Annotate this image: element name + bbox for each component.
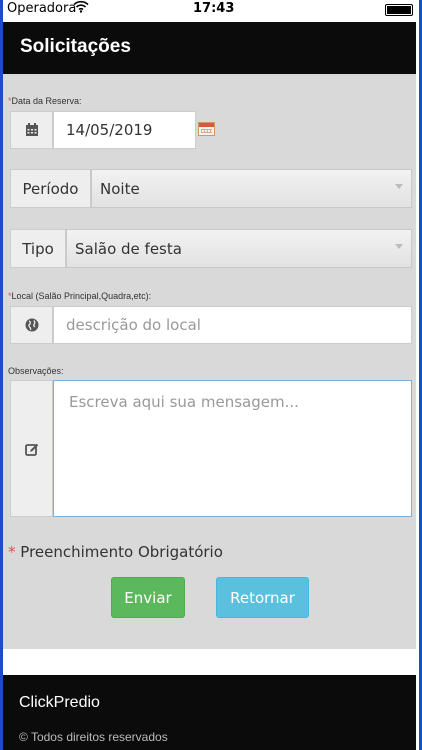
carrier-name: Operadora — [7, 1, 77, 16]
date-label: *Data da Reserva: — [8, 96, 82, 106]
periodo-label: Período — [10, 169, 91, 208]
page-footer: ClickPredio © Todos direitos reservados — [3, 675, 416, 750]
footer-brand: ClickPredio — [19, 694, 100, 711]
periodo-select[interactable]: Noite — [91, 169, 412, 208]
battery-icon — [385, 4, 413, 16]
date-picker-icon[interactable] — [198, 122, 215, 136]
status-bar: Operadora 17:43 — [3, 0, 419, 22]
page-header: Solicitações — [3, 22, 416, 74]
periodo-value: Noite — [100, 179, 140, 198]
chevron-down-icon — [395, 244, 403, 249]
calendar-addon — [10, 111, 53, 149]
back-button[interactable]: Retornar — [216, 577, 309, 618]
page-title: Solicitações — [20, 36, 131, 57]
required-note: * Preenchimento Obrigatório — [8, 543, 223, 561]
globe-addon — [10, 306, 53, 344]
observacoes-textarea[interactable]: Escreva aqui sua mensagem... — [53, 380, 412, 517]
local-input[interactable]: descrição do local — [53, 306, 412, 344]
wifi-icon — [73, 0, 89, 13]
tipo-value: Salão de festa — [75, 239, 182, 258]
tipo-label: Tipo — [10, 229, 66, 268]
edit-addon — [10, 380, 53, 517]
tipo-select[interactable]: Salão de festa — [66, 229, 412, 268]
globe-icon — [25, 318, 39, 332]
edit-icon — [24, 442, 39, 456]
observacoes-label: Observações: — [8, 366, 64, 376]
form-panel — [3, 74, 416, 649]
clock: 17:43 — [193, 1, 235, 16]
required-marker: * — [8, 543, 16, 561]
local-label: *Local (Salão Principal,Quadra,etc): — [8, 291, 152, 301]
date-input[interactable]: 14/05/2019 — [53, 111, 196, 149]
calendar-icon — [25, 123, 39, 137]
chevron-down-icon — [395, 184, 403, 189]
send-button[interactable]: Enviar — [111, 577, 185, 618]
footer-copyright: © Todos direitos reservados — [19, 730, 168, 744]
